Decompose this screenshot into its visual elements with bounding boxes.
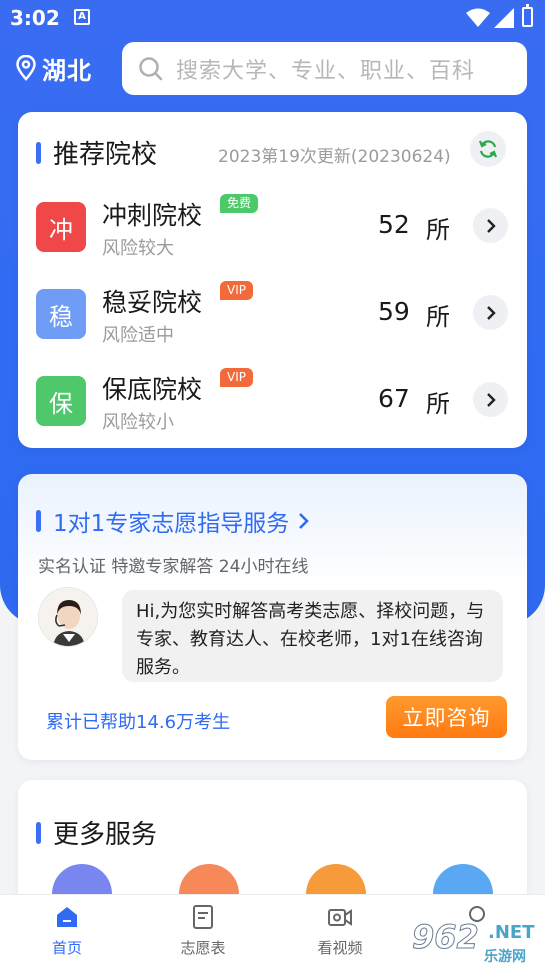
- row-unit: 所: [426, 390, 450, 418]
- title-accent-bar: [36, 821, 41, 844]
- chevron-right-icon: [486, 305, 496, 320]
- more-services-header: 更多服务: [36, 814, 157, 851]
- site-watermark-logo: 962 .NET 乐游网: [402, 918, 545, 966]
- row-name: 保底院校: [102, 375, 203, 404]
- row-risk: 风险适中: [102, 325, 174, 346]
- wen-badge: 稳: [36, 289, 86, 339]
- recommend-row-chong[interactable]: 冲 冲刺院校 免费 风险较大 52 所: [18, 186, 527, 266]
- search-bar[interactable]: 搜索大学、专业、职业、百科: [122, 42, 527, 95]
- watermark-site-name: 乐游网: [484, 949, 526, 965]
- expert-card: 1对1专家志愿指导服务 实名认证 特邀专家解答 24小时在线 Hi,为您实时解答…: [18, 474, 527, 760]
- location-label: 湖北: [42, 56, 92, 85]
- row-count: 52: [378, 210, 410, 239]
- update-info: 2023第19次更新(20230624): [218, 147, 451, 167]
- expert-title: 1对1专家志愿指导服务: [53, 511, 290, 537]
- battery-icon: [522, 4, 533, 27]
- chevron-right-icon: [299, 513, 310, 529]
- status-time: 3:02: [10, 6, 60, 30]
- signal-icon: [494, 8, 514, 28]
- recommend-header: 推荐院校: [36, 134, 157, 171]
- row-name: 冲刺院校: [102, 201, 203, 230]
- expert-avatar: [38, 587, 98, 647]
- tab-label: 看视频: [317, 939, 363, 957]
- tab-home[interactable]: 首页: [22, 903, 112, 963]
- chevron-right-icon: [486, 218, 496, 233]
- search-placeholder: 搜索大学、专业、职业、百科: [176, 58, 476, 84]
- row-arrow-button[interactable]: [473, 208, 508, 243]
- recommend-title: 推荐院校: [53, 140, 158, 170]
- row-unit: 所: [426, 303, 450, 331]
- row-name: 稳妥院校: [102, 288, 203, 317]
- document-icon: [193, 905, 213, 929]
- location-selector[interactable]: 湖北: [16, 50, 92, 86]
- location-pin-icon: [16, 55, 36, 81]
- refresh-icon: [478, 140, 498, 158]
- home-icon: [57, 907, 77, 927]
- app-notification-icon: A: [74, 9, 90, 25]
- row-arrow-button[interactable]: [473, 382, 508, 417]
- chevron-right-icon: [486, 392, 496, 407]
- search-icon: [139, 56, 163, 80]
- row-unit: 所: [426, 216, 450, 244]
- row-risk: 风险较大: [102, 238, 174, 259]
- tab-label: 志愿表: [180, 939, 226, 957]
- recommend-row-wen[interactable]: 稳 稳妥院校 VIP 风险适中 59 所: [18, 273, 527, 353]
- more-services-title: 更多服务: [53, 820, 158, 850]
- tab-videos[interactable]: 看视频: [295, 903, 385, 963]
- watermark-net: .NET: [488, 922, 535, 943]
- title-accent-bar: [36, 510, 41, 532]
- expert-message-bubble: Hi,为您实时解答高考类志愿、择校问题，与专家、教育达人、在校老师，1对1在线咨…: [122, 590, 503, 682]
- row-arrow-button[interactable]: [473, 295, 508, 330]
- chong-badge: 冲: [36, 202, 86, 252]
- recommend-card: 推荐院校 2023第19次更新(20230624) 冲 冲刺院校 免费 风险较大…: [18, 112, 527, 448]
- expert-tagline: 实名认证 特邀专家解答 24小时在线: [38, 557, 309, 577]
- wifi-icon: [466, 8, 490, 27]
- tab-volunteer-form[interactable]: 志愿表: [158, 903, 248, 963]
- helped-count: 累计已帮助14.6万考生: [46, 712, 231, 733]
- tab-label: 首页: [51, 939, 82, 957]
- bao-badge: 保: [36, 376, 86, 426]
- row-count: 67: [378, 384, 410, 413]
- free-tag: 免费: [220, 194, 259, 213]
- title-accent-bar: [36, 141, 41, 164]
- consult-now-button[interactable]: 立即咨询: [386, 696, 507, 738]
- vip-tag: VIP: [220, 281, 253, 300]
- status-bar: 3:02 A: [0, 0, 545, 36]
- refresh-button[interactable]: [470, 131, 506, 167]
- row-risk: 风险较小: [102, 412, 174, 433]
- vip-tag: VIP: [220, 368, 253, 387]
- video-camera-icon: [328, 909, 352, 926]
- watermark-number: 962: [412, 918, 480, 957]
- row-count: 59: [378, 297, 410, 326]
- expert-header[interactable]: 1对1专家志愿指导服务: [36, 504, 311, 538]
- recommend-row-bao[interactable]: 保 保底院校 VIP 风险较小 67 所: [18, 360, 527, 440]
